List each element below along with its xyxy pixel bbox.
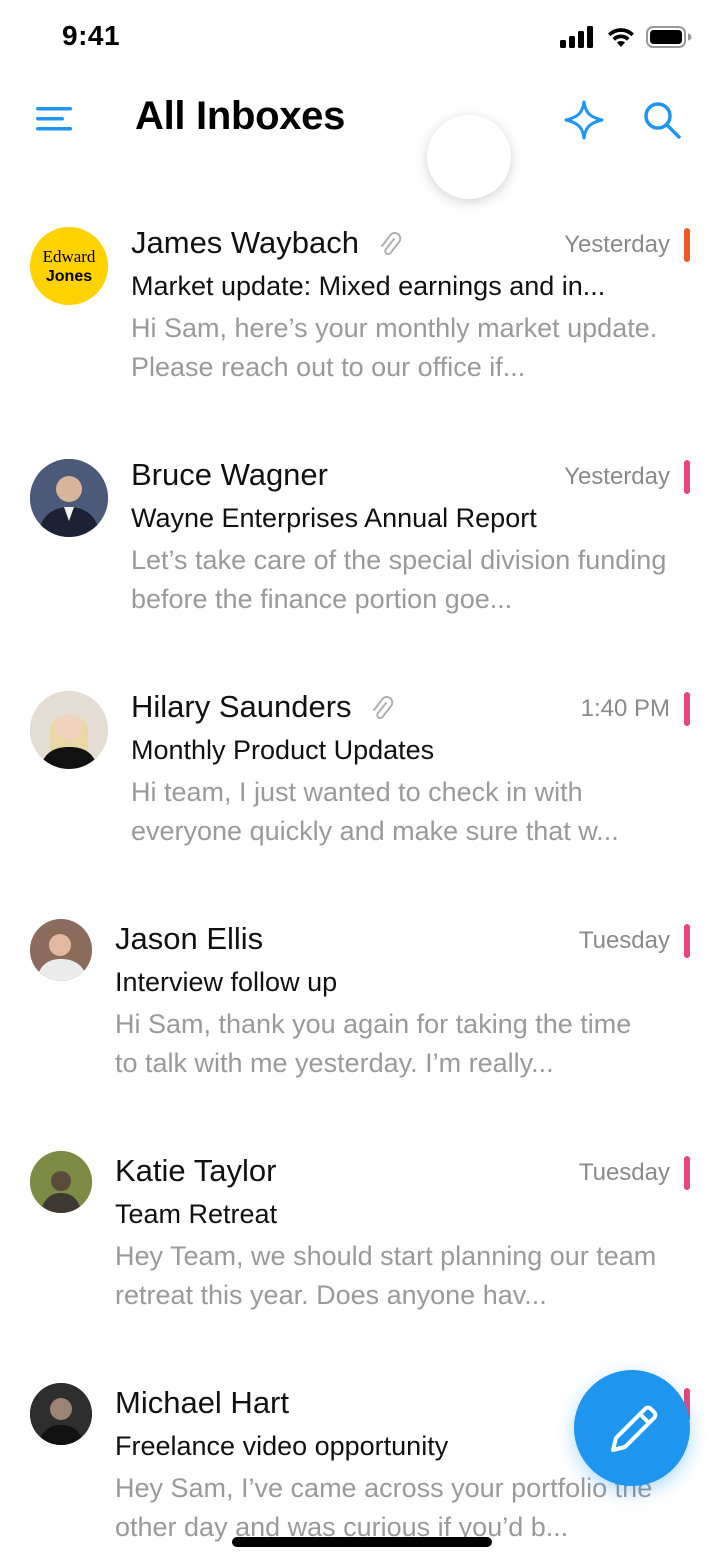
person-photo-icon xyxy=(30,1383,92,1445)
home-indicator xyxy=(232,1537,492,1547)
wifi-icon xyxy=(608,28,634,47)
search-button[interactable] xyxy=(640,98,684,142)
avatar xyxy=(30,459,108,537)
svg-text:Edward: Edward xyxy=(43,247,96,266)
avatar xyxy=(30,691,108,769)
pull-to-refresh-indicator xyxy=(427,115,511,199)
sender-name: Katie Taylor xyxy=(115,1153,277,1188)
sparkle-icon xyxy=(564,100,604,140)
email-time: Yesterday xyxy=(564,231,670,258)
email-row-hilary-saunders[interactable]: Hilary Saunders 1:40 PM Monthly Product … xyxy=(0,669,720,901)
paperclip-icon xyxy=(380,231,401,255)
status-icons xyxy=(560,26,692,48)
sender-name: Hilary Saunders xyxy=(131,689,394,725)
email-flag xyxy=(684,1156,690,1190)
email-time: Tuesday xyxy=(578,1159,670,1186)
status-bar: 9:41 xyxy=(0,0,720,76)
search-icon xyxy=(644,102,681,139)
sender-label: Hilary Saunders xyxy=(131,689,352,724)
email-preview: Hi Sam, here’s your monthly market updat… xyxy=(131,313,658,382)
avatar-edward-jones-logo: Edward Jones xyxy=(30,227,108,305)
menu-button[interactable] xyxy=(36,104,74,134)
email-row-jason-ellis[interactable]: Jason Ellis Tuesday Interview follow up … xyxy=(0,901,720,1133)
sender-name: Michael Hart xyxy=(115,1385,289,1420)
sender-name: Jason Ellis xyxy=(115,921,264,956)
email-row-james-waybach[interactable]: Edward Jones James Waybach Yesterday Mar… xyxy=(0,205,720,437)
email-subject: Wayne Enterprises Annual Report xyxy=(131,503,537,533)
email-subject: Market update: Mixed earnings and in... xyxy=(131,271,606,301)
sender-name: James Waybach xyxy=(131,225,402,261)
hamburger-menu-icon xyxy=(36,107,72,131)
person-photo-icon xyxy=(30,1151,92,1213)
person-photo-icon xyxy=(30,919,92,981)
email-row-bruce-wagner[interactable]: Bruce Wagner Yesterday Wayne Enterprises… xyxy=(0,437,720,669)
email-time: Tuesday xyxy=(578,927,670,954)
email-subject: Interview follow up xyxy=(115,967,338,997)
ai-assistant-button[interactable] xyxy=(562,98,606,142)
battery-icon xyxy=(646,26,692,48)
compose-button[interactable] xyxy=(574,1370,690,1486)
email-subject: Monthly Product Updates xyxy=(131,735,435,765)
sender-label: James Waybach xyxy=(131,225,359,260)
pencil-icon xyxy=(611,1405,658,1452)
person-photo-icon xyxy=(30,459,108,537)
person-photo-icon xyxy=(30,691,108,769)
email-flag xyxy=(684,924,690,958)
edward-jones-logo-icon: Edward Jones xyxy=(43,247,96,285)
email-preview: Let’s take care of the special division … xyxy=(131,545,667,614)
header: All Inboxes xyxy=(0,76,720,166)
email-preview: Hi Sam, thank you again for taking the t… xyxy=(115,1009,632,1078)
sender-name: Bruce Wagner xyxy=(131,457,328,492)
page-title: All Inboxes xyxy=(135,94,346,138)
email-subject: Team Retreat xyxy=(115,1199,278,1229)
email-time: 1:40 PM xyxy=(580,695,670,722)
avatar xyxy=(30,1151,92,1213)
cellular-signal-icon xyxy=(560,26,593,48)
avatar xyxy=(30,919,92,981)
status-time: 9:41 xyxy=(62,20,121,51)
paperclip-icon xyxy=(373,695,394,719)
email-flag xyxy=(684,460,690,494)
email-row-katie-taylor[interactable]: Katie Taylor Tuesday Team Retreat Hey Te… xyxy=(0,1133,720,1365)
email-preview: Hi team, I just wanted to check in with … xyxy=(131,777,619,846)
svg-text:Jones: Jones xyxy=(46,268,92,285)
email-time: Yesterday xyxy=(564,463,670,490)
avatar xyxy=(30,1383,92,1445)
email-preview: Hey Team, we should start planning our t… xyxy=(115,1241,657,1310)
email-flag xyxy=(684,228,690,262)
email-flag xyxy=(684,692,690,726)
